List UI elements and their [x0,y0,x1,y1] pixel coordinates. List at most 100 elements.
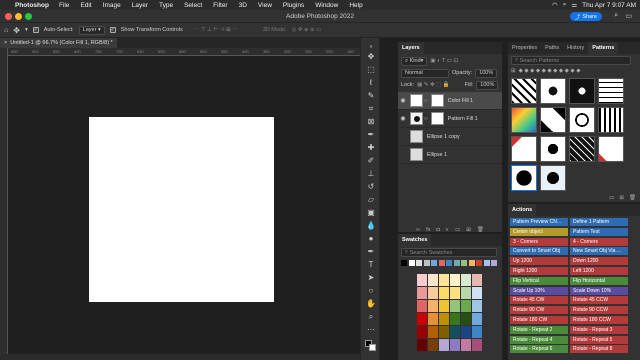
auto-select-checkbox[interactable]: ✓ [32,27,39,33]
action-button[interactable]: Flip Horizontal [570,276,628,285]
menu-view[interactable]: View [258,2,272,9]
workspace-icon[interactable]: ▭ [625,12,632,20]
color-swatch[interactable] [483,260,490,266]
collapse-icon[interactable]: » [365,42,377,52]
brush-tool-icon[interactable]: ✐ [365,156,377,166]
pen-tool-icon[interactable]: ✒ [365,247,377,257]
color-swatch[interactable] [476,260,482,266]
color-swatch[interactable] [408,260,415,266]
shape-tool-icon[interactable]: ○ [365,286,377,296]
type-tool-icon[interactable]: T [365,260,377,270]
share-button[interactable]: ⤴ Share [569,12,602,21]
align-icons[interactable]: ⋯ ⊤ ⊥ ⊢ ⊣ ⊞ ⋯ [194,27,238,33]
layer-row[interactable]: ◉ ∞ Color Fill 1 [398,92,502,110]
opacity-field[interactable]: 100% [475,68,498,78]
move-tool-icon[interactable]: ✥ [13,26,20,35]
tab-layers[interactable]: Layers [398,42,424,54]
pattern-thumbnail[interactable] [511,136,537,162]
frame-tool-icon[interactable]: ⊠ [365,117,377,127]
trash-icon[interactable]: 🗑 [477,227,484,233]
close-window-button[interactable] [5,13,12,20]
layer-row[interactable]: Ellipse 1 [398,146,502,164]
color-swatch[interactable] [453,260,460,266]
pattern-thumbnail[interactable] [598,107,624,133]
color-swatch[interactable] [461,274,471,286]
tab-actions[interactable]: Actions [508,204,537,216]
auto-select-dropdown[interactable]: Layer ▾ [78,25,105,35]
color-swatch[interactable] [417,274,427,286]
fx-icon[interactable]: fx [426,227,430,233]
clock-text[interactable]: Thu Apr 7 9:07 AM [582,2,636,9]
filter-icons[interactable]: ▣ ◐ T ▭ ⊡ [430,58,458,64]
pattern-thumbnail[interactable] [540,165,566,191]
action-button[interactable]: Scale Down 10% [570,286,628,295]
clone-stamp-tool-icon[interactable]: ⊥ [365,169,377,179]
layer-row[interactable]: ◉ ∞ Pattern Fill 1 [398,110,502,128]
action-button[interactable]: Rotate - Repeat 8 [570,345,628,354]
layer-name[interactable]: Color Fill 1 [448,98,473,104]
action-button[interactable]: Flip Vertical [510,276,568,285]
pattern-thumbnail[interactable] [540,78,566,104]
blur-tool-icon[interactable]: 💧 [365,221,377,231]
layer-name[interactable]: Ellipse 1 copy [427,134,460,140]
color-swatch[interactable] [461,260,467,266]
action-button[interactable]: Scale Up 10% [510,286,568,295]
layer-name[interactable]: Ellipse 1 [427,152,447,158]
color-swatch[interactable] [472,326,482,338]
pattern-thumbnail[interactable] [569,78,595,104]
tab-properties[interactable]: Properties [508,42,541,54]
eraser-tool-icon[interactable]: ▱ [365,195,377,205]
color-swatch[interactable] [450,339,460,351]
color-swatch[interactable] [428,326,438,338]
move-tool-icon[interactable]: ✥ [365,52,377,62]
color-swatch[interactable] [439,287,449,299]
color-swatch[interactable] [428,313,438,325]
color-swatch[interactable] [439,339,449,351]
pattern-thumbnail[interactable] [569,136,595,162]
action-button[interactable]: 4 - Corners [570,237,628,246]
hand-tool-icon[interactable]: ✋ [365,299,377,309]
layer-row[interactable]: Ellipse 1 copy [398,128,502,146]
adjustment-icon[interactable]: ◐ [446,227,449,233]
pattern-thumbnail[interactable] [511,78,537,104]
color-swatch[interactable] [472,300,482,312]
pattern-thumbnail[interactable] [569,107,595,133]
color-swatch[interactable] [461,300,471,312]
pattern-thumbnail[interactable] [598,78,624,104]
color-swatch[interactable] [468,260,475,266]
action-button[interactable]: Rotate 90 CCW [570,306,628,315]
dodge-tool-icon[interactable]: ● [365,234,377,244]
document-tab[interactable]: × Untitled-1 @ 66.7% (Color Fill 1, RGB/… [0,38,117,48]
action-button[interactable]: New Smart Obj Via ... [570,247,628,256]
color-swatch[interactable] [450,313,460,325]
action-button[interactable]: Rotate 90 CW [510,306,568,315]
tab-swatches[interactable]: Swatches [398,234,432,246]
canvas-area[interactable] [8,56,360,360]
color-swatch[interactable] [446,260,452,266]
tab-patterns[interactable]: Patterns [588,42,619,54]
3d-mode-icons[interactable]: ◎ ✥ ◈ ⊕ ▭ [292,27,322,33]
gradient-tool-icon[interactable]: ▣ [365,208,377,218]
color-swatch[interactable] [472,339,482,351]
action-button[interactable]: Rotate 45 CCW [570,296,628,305]
trash-icon[interactable]: 🗑 [629,195,636,201]
action-button[interactable]: Down 1200 [570,257,628,266]
tab-paths[interactable]: Paths [541,42,563,54]
action-button[interactable]: Right 1200 [510,267,568,275]
color-swatch[interactable] [439,274,449,286]
color-swatch[interactable] [450,287,460,299]
menu-select[interactable]: Select [184,2,202,9]
group-icon[interactable]: ▭ [455,227,460,233]
new-pattern-icon[interactable]: ⊞ [619,195,624,201]
color-swatch[interactable] [472,287,482,299]
menu-filter[interactable]: Filter [213,2,227,9]
color-swatch[interactable] [417,313,427,325]
background-color-swatch[interactable] [369,344,376,351]
action-button[interactable]: Rotate - Repeat 3 [570,325,628,334]
tool-preset-dropdown[interactable]: ▾ [25,27,28,33]
menu-file[interactable]: File [59,2,69,9]
color-swatch[interactable] [428,300,438,312]
document-canvas[interactable] [89,117,274,302]
new-layer-icon[interactable]: ⊞ [466,227,471,233]
link-layers-icon[interactable]: ∞ [416,227,420,233]
